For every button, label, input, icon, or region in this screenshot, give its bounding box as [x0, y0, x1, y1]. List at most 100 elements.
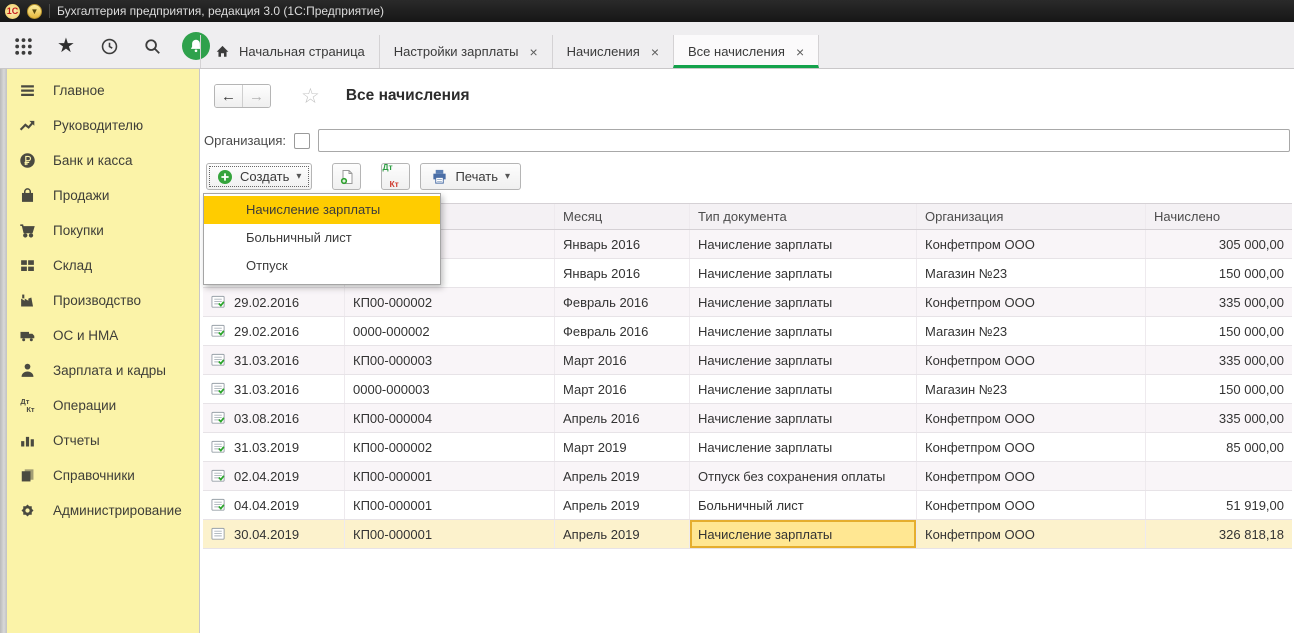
table-row[interactable]: 31.03.2016 0000-000003 Март 2016 Начисле… [203, 375, 1292, 404]
cell-org: Конфетпром ООО [917, 433, 1146, 461]
tab-all-accruals[interactable]: Все начисления × [673, 35, 819, 68]
cell-date: 31.03.2016 [234, 353, 299, 368]
gear-icon [19, 502, 36, 519]
header-month[interactable]: Месяц [555, 204, 690, 229]
sidebar-item-operations[interactable]: ДтКт Операции [7, 388, 199, 423]
close-icon[interactable]: × [651, 44, 659, 60]
menu-item-vacation[interactable]: Отпуск [204, 252, 440, 280]
cell-doc-type: Начисление зарплаты [690, 259, 917, 287]
cell-date: 04.04.2019 [234, 498, 299, 513]
table-row[interactable]: 31.03.2016 КП00-000003 Март 2016 Начисле… [203, 346, 1292, 375]
cell-doc-type: Начисление зарплаты [690, 375, 917, 403]
cell-month: Апрель 2016 [555, 404, 690, 432]
copy-document-button[interactable] [332, 163, 361, 190]
cell-month: Январь 2016 [555, 259, 690, 287]
cell-doc-type: Начисление зарплаты [690, 288, 917, 316]
search-icon[interactable] [139, 33, 165, 59]
cell-amount: 150 000,00 [1146, 317, 1292, 345]
page-header: ← → ☆ Все начисления [214, 84, 470, 108]
truck-icon [19, 327, 36, 344]
tab-salary-settings[interactable]: Настройки зарплаты × [379, 35, 552, 68]
close-icon[interactable]: × [529, 44, 537, 60]
sidebar-item-directories[interactable]: Справочники [7, 458, 199, 493]
favorite-toggle-star[interactable]: ☆ [301, 86, 320, 107]
cell-month: Апрель 2019 [555, 491, 690, 519]
header-doc-type[interactable]: Тип документа [690, 204, 917, 229]
cell-number: КП00-000001 [345, 520, 555, 548]
list-toolbar: Создать ▾ Дт Кт Печать ▾ [206, 163, 521, 190]
factory-icon [19, 292, 36, 309]
cell-org: Конфетпром ООО [917, 288, 1146, 316]
main-menu-button[interactable]: ▼ [27, 4, 42, 19]
shopping-bag-icon [19, 187, 36, 204]
tab-home[interactable]: Начальная страница [200, 35, 379, 68]
forward-button[interactable]: → [242, 85, 270, 107]
cell-number: КП00-000001 [345, 462, 555, 490]
posted-document-icon [211, 498, 226, 512]
cell-org: Конфетпром ООО [917, 520, 1146, 548]
table-row-selected[interactable]: 30.04.2019 КП00-000001 Апрель 2019 Начис… [203, 520, 1292, 549]
header-amount[interactable]: Начислено [1146, 204, 1292, 229]
menu-item-salary-accrual[interactable]: Начисление зарплаты [204, 196, 440, 224]
printer-icon [431, 168, 448, 185]
sidebar-item-reports[interactable]: Отчеты [7, 423, 199, 458]
posted-document-icon [211, 324, 226, 338]
cell-doc-type: Начисление зарплаты [690, 346, 917, 374]
history-icon[interactable] [96, 33, 122, 59]
sidebar-item-bank-cash[interactable]: Банк и касса [7, 143, 199, 178]
bar-chart-icon [19, 432, 36, 449]
favorites-star-icon[interactable]: ★ [53, 33, 79, 59]
posted-document-icon [211, 382, 226, 396]
table-row[interactable]: 04.04.2019 КП00-000001 Апрель 2019 Больн… [203, 491, 1292, 520]
create-button[interactable]: Создать ▾ [206, 163, 312, 190]
menu-icon [19, 82, 36, 99]
sidebar-item-sales[interactable]: Продажи [7, 178, 199, 213]
header-org[interactable]: Организация [917, 204, 1146, 229]
main-content: ← → ☆ Все начисления Организация: Создат… [200, 69, 1294, 633]
organization-checkbox[interactable] [294, 133, 310, 149]
cell-month: Январь 2016 [555, 230, 690, 258]
home-icon [215, 44, 230, 59]
back-button[interactable]: ← [215, 85, 242, 107]
posted-document-icon [211, 469, 226, 483]
cell-org: Магазин №23 [917, 317, 1146, 345]
create-menu: Начисление зарплаты Больничный лист Отпу… [203, 193, 441, 285]
all-sections-icon[interactable] [10, 33, 36, 59]
menu-item-sick-leave[interactable]: Больничный лист [204, 224, 440, 252]
sidebar-item-purchases[interactable]: Покупки [7, 213, 199, 248]
sidebar-item-fixed-assets[interactable]: ОС и НМА [7, 318, 199, 353]
print-button[interactable]: Печать ▾ [420, 163, 521, 190]
tab-label: Настройки зарплаты [394, 44, 519, 59]
tab-accruals[interactable]: Начисления × [552, 35, 673, 68]
cell-org: Магазин №23 [917, 375, 1146, 403]
sidebar-item-main[interactable]: Главное [7, 73, 199, 108]
cell-number: КП00-000003 [345, 346, 555, 374]
app-window: 1С ▼ Бухгалтерия предприятия, редакция 3… [0, 0, 1294, 633]
posted-document-icon [211, 353, 226, 367]
cell-amount: 335 000,00 [1146, 288, 1292, 316]
organization-filter: Организация: [204, 129, 1290, 152]
table-row[interactable]: 31.03.2019 КП00-000002 Март 2019 Начисле… [203, 433, 1292, 462]
cell-doc-type: Отпуск без сохранения оплаты [690, 462, 917, 490]
sidebar-item-administration[interactable]: Администрирование [7, 493, 199, 528]
sidebar-item-salary-hr[interactable]: Зарплата и кадры [7, 353, 199, 388]
sidebar-item-warehouse[interactable]: Склад [7, 248, 199, 283]
table-row[interactable]: 02.04.2019 КП00-000001 Апрель 2019 Отпус… [203, 462, 1292, 491]
show-postings-button[interactable]: Дт Кт [381, 163, 410, 190]
sidebar-item-manager[interactable]: Руководителю [7, 108, 199, 143]
cell-amount: 150 000,00 [1146, 259, 1292, 287]
cell-amount: 51 919,00 [1146, 491, 1292, 519]
sidebar-item-production[interactable]: Производство [7, 283, 199, 318]
organization-label: Организация: [204, 133, 286, 148]
organization-input[interactable] [318, 129, 1290, 152]
cell-amount: 85 000,00 [1146, 433, 1292, 461]
tab-strip: ★ Начальная страница Настройки зарплаты … [0, 22, 1294, 69]
unposted-document-icon [211, 527, 226, 541]
table-row[interactable]: 03.08.2016 КП00-000004 Апрель 2016 Начис… [203, 404, 1292, 433]
close-icon[interactable]: × [796, 44, 804, 60]
cell-date: 29.02.2016 [234, 295, 299, 310]
1c-logo-icon: 1С [5, 4, 20, 19]
table-row[interactable]: 29.02.2016 КП00-000002 Февраль 2016 Начи… [203, 288, 1292, 317]
table-row[interactable]: 29.02.2016 0000-000002 Февраль 2016 Начи… [203, 317, 1292, 346]
posted-document-icon [211, 411, 226, 425]
